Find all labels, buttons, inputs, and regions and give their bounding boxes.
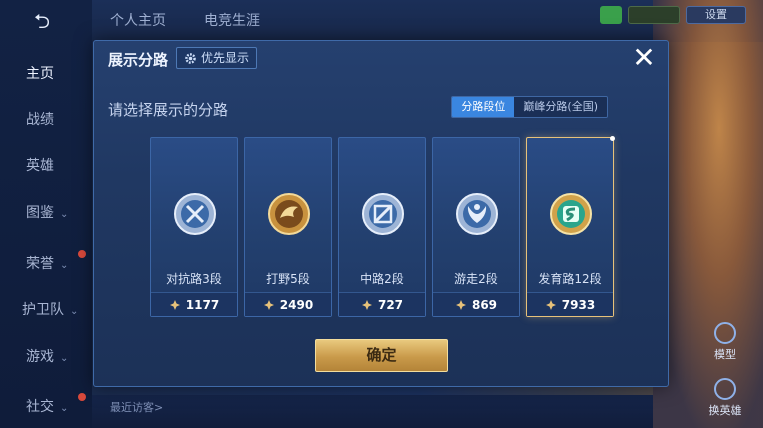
lane-card-points: 869 (433, 292, 519, 316)
lane-card-mid[interactable]: 中路2段 727 (338, 137, 426, 317)
sidebar-item-label: 社交 (26, 399, 54, 415)
dialog-title: 展示分路 (108, 51, 169, 69)
lane-card-label: 打野5段 (266, 272, 310, 286)
model-button[interactable]: 模型 (703, 322, 747, 362)
lane-rank-segment: 分路段位 巅峰分路(全国) (451, 96, 608, 118)
network-indicator-icon (600, 6, 622, 24)
settings-button[interactable]: 设置 (686, 6, 746, 24)
clash-lane-emblem-icon (174, 193, 216, 235)
lane-card-clash[interactable]: 对抗路3段 1177 (150, 137, 238, 317)
sidebar-item-honor[interactable]: 荣誉 ⌄ (0, 250, 92, 276)
lane-card-label: 游走2段 (454, 272, 498, 286)
lane-card-points: 1177 (151, 292, 237, 316)
points-icon (263, 299, 274, 310)
points-value: 1177 (185, 297, 220, 312)
chevron-down-icon: ⌄ (70, 306, 79, 317)
notification-dot (78, 393, 86, 401)
points-icon (361, 299, 372, 310)
lane-card-points: 7933 (527, 292, 613, 316)
points-value: 2490 (279, 297, 314, 312)
switch-hero-label: 换英雄 (708, 404, 742, 417)
lane-card-jungle[interactable]: 打野5段 2490 (244, 137, 332, 317)
chevron-down-icon: ⌄ (60, 353, 69, 364)
priority-display-button[interactable]: 优先显示 (176, 47, 258, 69)
sidebar-item-collection[interactable]: 图鉴 ⌄ (0, 201, 92, 225)
sidebar-item-label: 荣誉 (26, 256, 54, 272)
points-value: 869 (471, 297, 498, 312)
segment-lane-rank[interactable]: 分路段位 (452, 97, 515, 117)
sidebar-item-label: 护卫队 (22, 302, 64, 318)
recent-visitors-link[interactable]: 最近访客> (110, 399, 163, 415)
jungle-emblem-icon (268, 193, 310, 235)
lane-card-roam[interactable]: 游走2段 869 (432, 137, 520, 317)
notification-dot (78, 250, 86, 258)
model-icon (714, 322, 736, 344)
hero-artwork (653, 0, 763, 428)
sidebar-item-label: 英雄 (26, 158, 54, 174)
model-label: 模型 (714, 348, 736, 361)
lane-display-dialog: 展示分路 优先显示 ✕ 请选择展示的分路 分路段位 巅峰分路(全国) 对抗路3段… (93, 40, 669, 387)
lane-cards: 对抗路3段 1177 打野5段 2490 中路2段 727 游走2段 869 发… (150, 136, 620, 317)
sidebar-item-label: 游戏 (26, 349, 54, 365)
lane-card-points: 2490 (245, 292, 331, 316)
roam-emblem-icon (456, 193, 498, 235)
chevron-down-icon: ⌄ (60, 209, 69, 220)
points-icon (545, 299, 556, 310)
priority-display-label: 优先显示 (201, 51, 250, 65)
sidebar-item-label: 主页 (26, 66, 54, 82)
sidebar-item-label: 图鉴 (26, 205, 54, 221)
points-value: 7933 (561, 297, 596, 312)
status-info (628, 6, 680, 24)
sidebar-item-social[interactable]: 社交 ⌄ (0, 393, 92, 419)
sidebar-item-home[interactable]: 主页 (0, 62, 92, 86)
switch-hero-button[interactable]: 换英雄 (703, 378, 747, 418)
back-arrow-icon[interactable]: ⮌ (20, 10, 64, 32)
gear-icon (185, 52, 196, 64)
chevron-down-icon: ⌄ (60, 403, 69, 414)
segment-peak-lane-national[interactable]: 巅峰分路(全国) (514, 97, 607, 117)
confirm-button[interactable]: 确定 (315, 339, 448, 372)
selected-corner-marker (610, 136, 615, 141)
sidebar-item-games[interactable]: 游戏 ⌄ (0, 345, 92, 369)
points-icon (455, 299, 466, 310)
lane-card-label: 对抗路3段 (166, 272, 222, 286)
close-icon[interactable]: ✕ (630, 44, 658, 73)
farm-lane-emblem-icon (550, 193, 592, 235)
points-value: 727 (377, 297, 404, 312)
tab-profile[interactable]: 个人主页 (110, 10, 166, 30)
sidebar-item-record[interactable]: 战绩 (0, 108, 92, 132)
lane-card-farm[interactable]: 发育路12段 7933 (526, 136, 615, 317)
dialog-prompt: 请选择展示的分路 (108, 101, 229, 119)
sidebar-item-label: 战绩 (26, 112, 54, 128)
tab-esports-career[interactable]: 电竞生涯 (204, 10, 260, 30)
bottom-bar (92, 395, 653, 428)
chevron-down-icon: ⌄ (60, 260, 69, 271)
lane-card-label: 发育路12段 (538, 272, 602, 286)
lane-card-points: 727 (339, 292, 425, 316)
switch-hero-icon (714, 378, 736, 400)
lane-card-label: 中路2段 (360, 272, 404, 286)
sidebar-item-heroes[interactable]: 英雄 (0, 154, 92, 178)
mid-lane-emblem-icon (362, 193, 404, 235)
sidebar-item-guard[interactable]: 护卫队 ⌄ (0, 298, 92, 322)
points-icon (169, 299, 180, 310)
